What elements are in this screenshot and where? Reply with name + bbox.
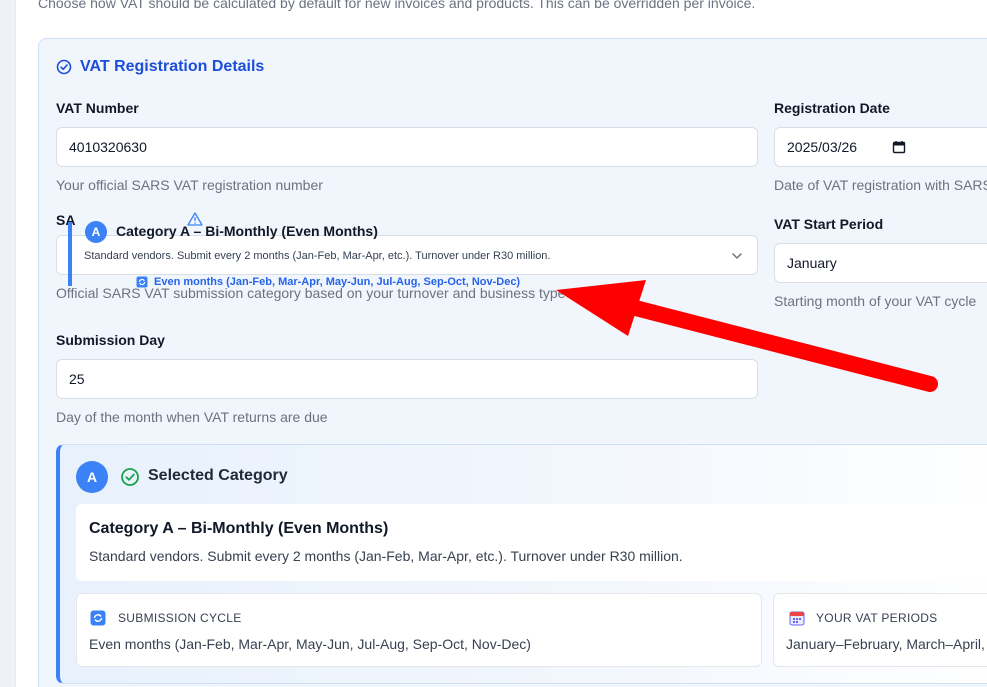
calendar-icon (789, 611, 805, 626)
vat-number-value: 4010320630 (69, 139, 147, 155)
registration-date-input[interactable]: 2025/03/26 (774, 127, 987, 167)
vat-number-label: VAT Number (56, 100, 139, 116)
refresh-icon (136, 276, 148, 288)
check-circle-icon (56, 59, 72, 75)
option-cycle: Even months (Jan-Feb, Mar-Apr, May-Jun, … (136, 276, 520, 288)
option-cycle-text: Even months (Jan-Feb, Mar-Apr, May-Jun, … (154, 276, 521, 288)
calendar-icon[interactable] (892, 140, 906, 154)
vat-start-period-value: January (787, 255, 837, 271)
annotation-arrow (556, 280, 938, 392)
selected-category-detail (76, 504, 987, 581)
option-badge: A (85, 221, 107, 243)
submission-cycle-label: SUBMISSION CYCLE (118, 611, 242, 625)
vat-number-helper: Your official SARS VAT registration numb… (56, 177, 323, 193)
section-title-text: VAT Registration Details (80, 58, 265, 75)
submission-day-label: Submission Day (56, 332, 165, 348)
vat-number-input[interactable]: 4010320630 (56, 127, 758, 167)
submission-cycle-card (76, 593, 762, 667)
vat-periods-label: YOUR VAT PERIODS (816, 611, 938, 625)
option-description: Standard vendors. Submit every 2 months … (84, 250, 551, 262)
check-circle-icon (121, 468, 139, 486)
intro-text: Choose how VAT should be calculated by d… (38, 0, 756, 11)
refresh-icon (90, 610, 106, 626)
submission-cycle-value: Even months (Jan-Feb, Mar-Apr, May-Jun, … (89, 636, 531, 652)
submission-day-helper: Day of the month when VAT returns are du… (56, 409, 328, 425)
warning-icon (187, 212, 203, 226)
chevron-down-icon (732, 253, 742, 259)
selected-category-heading: Selected Category (148, 467, 288, 484)
option-title: Category A – Bi-Monthly (Even Months) (116, 223, 378, 239)
category-option-a[interactable]: A Category A – Bi-Monthly (Even Months) … (68, 212, 598, 292)
submission-day-value: 25 (69, 371, 85, 387)
registration-date-helper: Date of VAT registration with SARS (774, 177, 987, 193)
vat-periods-value: January–February, March–April, M (786, 636, 987, 652)
selected-category-description: Standard vendors. Submit every 2 months … (89, 548, 683, 564)
selected-category-title: Category A – Bi-Monthly (Even Months) (89, 520, 389, 537)
vat-start-period-label: VAT Start Period (774, 216, 884, 232)
registration-date-label: Registration Date (774, 100, 890, 116)
registration-date-value: 2025/03/26 (787, 139, 858, 155)
option-accent-bar (68, 222, 72, 286)
section-title: VAT Registration Details (56, 58, 264, 76)
vat-start-period-select[interactable]: January (774, 243, 987, 283)
selected-category-badge: A (76, 461, 108, 493)
page-left-strip (0, 0, 16, 687)
vat-periods-card (773, 593, 987, 667)
